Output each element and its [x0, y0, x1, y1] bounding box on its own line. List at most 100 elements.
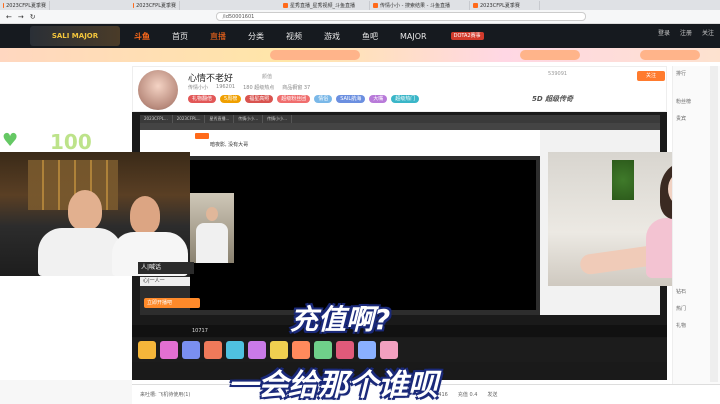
badge-pill[interactable]: SAIL航海 [336, 95, 366, 103]
person-right-head [130, 196, 160, 234]
site-header: SALI MAJOR 斗鱼 首页 直播 分类 视频 游戏 鱼吧 MAJOR DO… [0, 24, 720, 48]
nav-video[interactable]: 视频 [286, 31, 302, 42]
tab-favicon-icon [3, 2, 5, 8]
stream-meta: 传情小小 196201 180 超级热点 商品橱窗 37 [188, 84, 310, 91]
inner-tab: 传情小小... [263, 115, 292, 123]
inner-tab: 2023CFPL... [173, 115, 206, 123]
go-live-button[interactable]: 立即开播吧 [144, 298, 200, 308]
sidebar-item[interactable]: 粉丝榜 [676, 98, 691, 105]
gift-icon[interactable] [292, 341, 310, 359]
recharge-link[interactable]: 充值 0.4 [458, 391, 478, 398]
gift-icon[interactable] [182, 341, 200, 359]
badge-pill[interactable]: 情侣 [314, 95, 333, 103]
tab-favicon-icon [473, 2, 478, 8]
back-icon[interactable]: ← [6, 13, 12, 21]
event-logo[interactable]: SALI MAJOR [30, 26, 120, 46]
overlay-caption: 心|一人一 [140, 277, 190, 286]
inner-tab: 星秀直播... [205, 115, 235, 123]
shirt [196, 223, 228, 263]
tab-favicon-icon [373, 2, 378, 8]
sidebar-item[interactable]: 钻石 [676, 288, 686, 295]
nav-game[interactable]: 游戏 [324, 31, 340, 42]
gift-icon[interactable] [160, 341, 178, 359]
brand-logo[interactable]: 斗鱼 [134, 31, 150, 42]
register-link[interactable]: 注册 [680, 28, 692, 37]
badge-pill[interactable]: 大嘴 [369, 95, 388, 103]
tab-favicon-icon [133, 2, 135, 8]
gift-icon[interactable] [138, 341, 156, 359]
anchor-name[interactable]: 传情小小 [188, 84, 208, 91]
plant [612, 160, 634, 200]
danmaku-input[interactable]: 来吐槽: 飞机待使用(1) [140, 391, 190, 398]
badge-pill[interactable]: 礼物翻倍 [188, 95, 217, 103]
combo-number: 100 [50, 130, 92, 154]
login-link[interactable]: 登录 [658, 28, 670, 37]
browser-tab[interactable]: 2023CFPL夏季赛 [130, 0, 180, 10]
heart-icon: ♥ [2, 130, 19, 151]
gift-bar [132, 338, 667, 362]
subtitle-line-2: 一会给那个谁呗 [228, 368, 438, 403]
badge-pill[interactable]: 福星高照 [245, 95, 274, 103]
nav-home[interactable]: 首页 [172, 31, 188, 42]
browser-tab-strip: 2023CFPL夏季赛 2023CFPL夏季赛 星秀直播_星秀视频_斗鱼直播 传… [0, 0, 720, 10]
follow-link[interactable]: 关注 [702, 28, 714, 37]
inner-address-bar [140, 123, 660, 130]
browser-tab[interactable]: 2023CFPL夏季赛 [0, 0, 50, 10]
inner-tab-strip: 2023CFPL... 2023CFPL... 星秀直播... 传情小小... … [140, 115, 660, 123]
rank-badge: 5D 超级传奇 [532, 95, 574, 103]
gift-icon[interactable] [226, 341, 244, 359]
browser-tab[interactable]: 星秀直播_星秀视频_斗鱼直播 [280, 0, 370, 10]
person-left-head [68, 190, 102, 230]
gift-icon[interactable] [336, 341, 354, 359]
reload-icon[interactable]: ↻ [30, 13, 36, 21]
gift-icon[interactable] [380, 341, 398, 359]
inner-tab: 2023CFPL... [140, 115, 173, 123]
banner-chip[interactable] [640, 50, 700, 60]
gift-icon[interactable] [358, 341, 376, 359]
promo-banner[interactable] [0, 48, 720, 62]
banner-chip[interactable] [270, 50, 360, 60]
header-user-actions: 登录 注册 关注 [658, 28, 714, 37]
badge-row: 礼物翻倍 5周榜 福星高照 超级粉丝团 情侣 SAIL航海 大嘴 超级热门 [188, 95, 420, 103]
stream-title: 心情不老好 [188, 74, 234, 84]
inner-room-header: 暗夜影, 没有大哥 [140, 130, 540, 156]
hot-count: 196201 [216, 84, 236, 90]
left-bottom-area [0, 380, 132, 404]
nav-live[interactable]: 直播 [210, 31, 226, 42]
inner-anchor-name: 暗夜影, 没有大哥 [210, 142, 249, 148]
nav-category[interactable]: 分类 [248, 31, 264, 42]
follow-button[interactable]: 关注 [637, 71, 665, 81]
sidebar-item[interactable]: 热门 [676, 305, 686, 312]
nav-fishbar[interactable]: 鱼吧 [362, 31, 378, 42]
badge-pill[interactable]: 超级粉丝团 [277, 95, 311, 103]
inner-facecam [190, 193, 234, 263]
forward-icon[interactable]: → [18, 13, 24, 21]
sidebar-item[interactable]: 礼物 [676, 322, 686, 329]
overlay-caption: 人|喊话 [138, 262, 194, 274]
badge-pill[interactable]: 超级热门 [391, 95, 420, 103]
url-input[interactable]: /id50001601 [215, 12, 586, 21]
gift-icon[interactable] [204, 341, 222, 359]
browser-tab[interactable]: 传情小小 - 搜索结果 - 斗鱼直播 [370, 0, 470, 10]
gift-icon[interactable] [314, 341, 332, 359]
send-button[interactable]: 发送 [487, 391, 497, 398]
nav-major[interactable]: MAJOR [400, 32, 427, 41]
avatar[interactable] [138, 70, 178, 110]
viewer-count: 10717 [132, 325, 667, 337]
sidebar-item[interactable]: 排行 [676, 70, 686, 77]
address-bar: ← → ↻ /id50001601 [0, 10, 720, 24]
gift-icon[interactable] [248, 341, 266, 359]
shop-window[interactable]: 商品橱窗 37 [282, 84, 310, 91]
dota-badge[interactable]: DOTA2赛事 [450, 32, 484, 40]
person-left-body [38, 228, 122, 276]
banner-chip[interactable] [520, 50, 580, 60]
inner-logo [195, 133, 209, 139]
badge-pill[interactable]: 5周榜 [220, 95, 242, 103]
face [206, 207, 218, 221]
sidebar-item[interactable]: 贵宾 [676, 115, 686, 122]
scrollbar[interactable] [710, 66, 718, 382]
browser-tab[interactable]: 2023CFPL夏季赛 [470, 0, 540, 10]
stream-category[interactable]: 颜值 [262, 73, 272, 80]
room-id: 539091 [548, 71, 568, 77]
gift-icon[interactable] [270, 341, 288, 359]
